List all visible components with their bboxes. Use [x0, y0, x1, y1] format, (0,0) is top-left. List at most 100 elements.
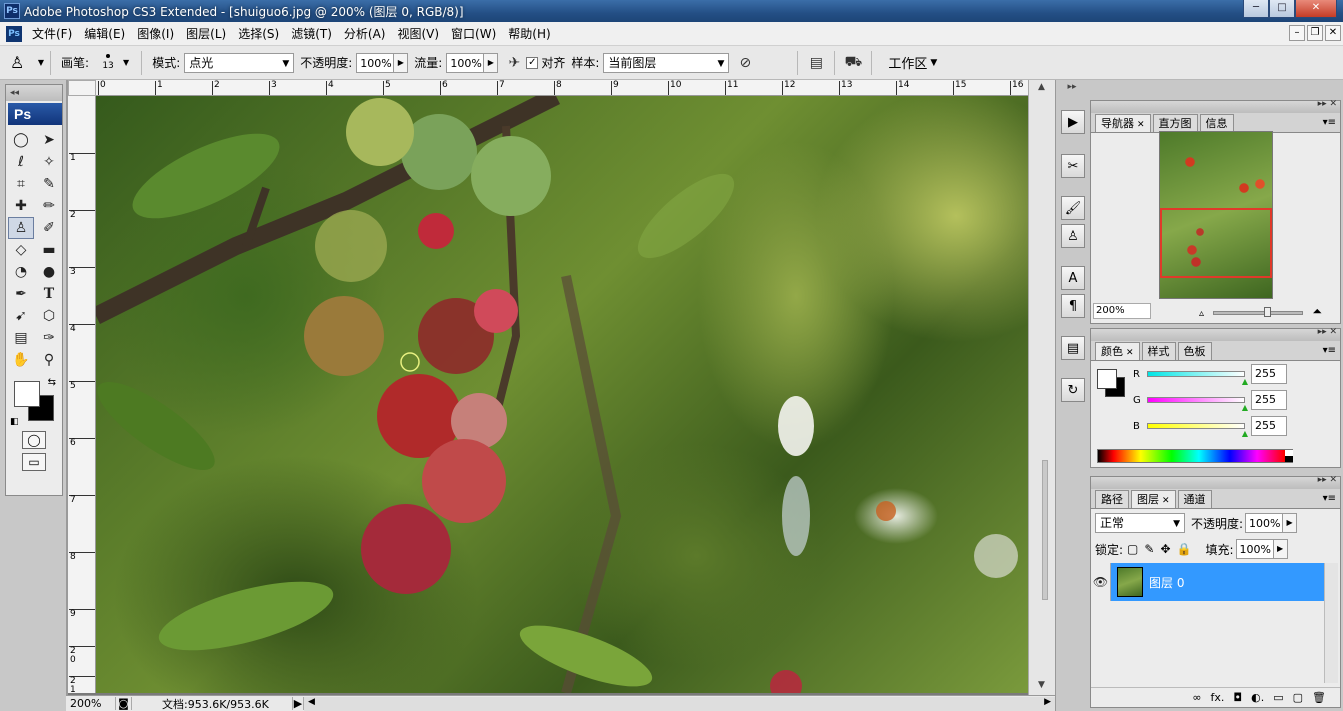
new-group-icon[interactable]: ▭	[1273, 691, 1283, 704]
adjustment-layer-icon[interactable]: ◐.	[1251, 691, 1264, 704]
chevron-down-icon[interactable]: ▼	[930, 58, 937, 68]
image-canvas[interactable]	[96, 96, 1028, 693]
layer-name[interactable]: 图层 0	[1149, 574, 1184, 591]
toolbox-grip[interactable]: ◂◂	[6, 85, 62, 101]
opacity-input[interactable]: 100%	[356, 52, 395, 73]
doc-minimize-button[interactable]: –	[1289, 25, 1305, 41]
hand-tool-icon[interactable]: ✋	[8, 349, 34, 371]
panel-collapse-icon[interactable]: ▸▸ ✕	[1318, 99, 1337, 109]
paragraph-panel-icon[interactable]: ¶	[1061, 294, 1085, 318]
tool-preset-picker[interactable]: ♙ ▼	[10, 50, 44, 76]
notes-tool-icon[interactable]: ▤	[8, 327, 34, 349]
bridge-icon[interactable]: ⛟	[841, 52, 865, 74]
green-value-input[interactable]: 255	[1251, 390, 1287, 410]
type-tool-icon[interactable]: T	[36, 283, 62, 305]
scroll-left-icon[interactable]: ◀	[308, 697, 315, 707]
menu-select[interactable]: 选择(S)	[232, 25, 285, 42]
airbrush-icon[interactable]: ✈	[502, 52, 526, 74]
quick-mask-button[interactable]: ◯	[22, 431, 46, 449]
sample-dropdown[interactable]: 当前图层 ▼	[603, 52, 730, 73]
color-panel-foreground-swatch[interactable]	[1097, 369, 1117, 389]
clone-source-panel-icon[interactable]: ♙	[1061, 224, 1085, 248]
tab-layers[interactable]: 图层 ✕	[1131, 490, 1176, 508]
shape-tool-icon[interactable]: ⬡	[36, 305, 62, 327]
menu-analysis[interactable]: 分析(A)	[338, 25, 392, 42]
close-tab-icon[interactable]: ✕	[1126, 348, 1134, 358]
layer-comps-icon[interactable]: ▤	[1061, 336, 1085, 360]
ps-menu-icon[interactable]: Ps	[6, 25, 22, 42]
horizontal-scrollbar[interactable]: ◀ ▶	[304, 696, 1055, 711]
layers-scrollbar[interactable]	[1324, 563, 1338, 683]
navigator-view-rect[interactable]	[1160, 208, 1272, 278]
panel-collapse-icon[interactable]: ▸▸ ✕	[1318, 475, 1337, 485]
menu-edit[interactable]: 编辑(E)	[78, 25, 131, 42]
status-menu-icon[interactable]: ▶	[292, 697, 304, 710]
panel-grip[interactable]: ▸▸ ✕	[1091, 327, 1340, 341]
fill-input[interactable]: 100%	[1235, 539, 1274, 559]
navigator-zoom-input[interactable]: 200%	[1093, 303, 1151, 319]
menu-layer[interactable]: 图层(L)	[180, 25, 232, 42]
doc-close-button[interactable]: ✕	[1325, 25, 1341, 41]
workspace-menu[interactable]: 工作区	[888, 53, 927, 72]
zoom-tool-icon[interactable]: ⚲	[36, 349, 62, 371]
tab-swatches[interactable]: 色板	[1177, 342, 1212, 360]
red-slider[interactable]: ▲	[1147, 371, 1248, 386]
move-tool-icon[interactable]: ➤	[36, 129, 62, 151]
zoom-in-icon[interactable]: ⏶	[1312, 304, 1322, 319]
gradient-tool-icon[interactable]: ▬	[36, 239, 62, 261]
chevron-down-icon[interactable]: ▼	[123, 58, 129, 67]
blur-tool-icon[interactable]: ◔	[8, 261, 34, 283]
scroll-down-icon[interactable]: ▼	[1038, 680, 1045, 690]
lasso-tool-icon[interactable]: ℓ	[8, 151, 34, 173]
menu-file[interactable]: 文件(F)	[26, 25, 78, 42]
panel-menu-icon[interactable]: ▾≡	[1323, 345, 1336, 356]
lock-all-icon[interactable]: 🔒	[1177, 542, 1192, 556]
new-layer-icon[interactable]: ▢	[1293, 691, 1303, 704]
panel-collapse-icon[interactable]: ▸▸ ✕	[1318, 327, 1337, 337]
blend-mode-dropdown[interactable]: 正常 ▼	[1095, 513, 1185, 533]
vertical-scrollbar[interactable]: ▲ ▼	[1028, 80, 1055, 695]
tab-navigator[interactable]: 导航器 ✕	[1095, 114, 1151, 132]
screen-mode-button[interactable]: ▭	[22, 453, 46, 471]
layer-row[interactable]: 👁 图层 0	[1091, 563, 1324, 601]
zoom-level[interactable]: 200%	[66, 697, 116, 710]
eyedropper-tool-icon[interactable]: ✑	[36, 327, 62, 349]
magic-wand-tool-icon[interactable]: ✧	[36, 151, 62, 173]
layer-opacity-input[interactable]: 100%	[1245, 513, 1284, 533]
tab-channels[interactable]: 通道	[1177, 490, 1212, 508]
blue-slider[interactable]: ▲	[1147, 423, 1248, 438]
path-selection-tool-icon[interactable]: ➹	[8, 305, 34, 327]
ruler-origin[interactable]	[68, 80, 96, 96]
lock-position-icon[interactable]: ✥	[1160, 542, 1170, 556]
zoom-out-icon[interactable]: ▵	[1199, 308, 1204, 319]
aligned-checkbox[interactable]: ✓	[526, 56, 539, 69]
menu-image[interactable]: 图像(I)	[131, 25, 180, 42]
history-panel-icon[interactable]: ↻	[1061, 378, 1085, 402]
ignore-adjustment-layers-icon[interactable]: ⊘	[733, 52, 757, 74]
zoom-menu-icon[interactable]: ◙	[116, 697, 132, 710]
flow-input[interactable]: 100%	[446, 52, 485, 73]
add-mask-icon[interactable]: ◘	[1233, 691, 1242, 704]
link-layers-icon[interactable]: ∞	[1192, 691, 1201, 704]
navigator-thumbnail[interactable]	[1159, 131, 1273, 299]
healing-brush-tool-icon[interactable]: ✚	[8, 195, 34, 217]
brushes-panel-icon[interactable]: 🖌	[1061, 196, 1085, 220]
tab-paths[interactable]: 路径	[1095, 490, 1129, 508]
menu-window[interactable]: 窗口(W)	[445, 25, 502, 42]
slider-handle-icon[interactable]: ▲	[1242, 429, 1248, 438]
eraser-tool-icon[interactable]: ◇	[8, 239, 34, 261]
horizontal-ruler[interactable]: 0 1 2 3 4 5 6 7 8 9 10 11 12 13 14 15 16	[96, 80, 1028, 96]
blue-value-input[interactable]: 255	[1251, 416, 1287, 436]
scroll-thumb[interactable]	[1042, 460, 1048, 600]
layer-opacity-slider-button[interactable]: ▶	[1283, 513, 1298, 533]
dock-collapse-icon[interactable]: ▸▸	[1056, 82, 1088, 94]
marquee-tool-icon[interactable]: ◯	[8, 129, 34, 151]
menu-view[interactable]: 视图(V)	[391, 25, 445, 42]
clone-stamp-tool-icon[interactable]: ♙	[8, 217, 34, 239]
tab-styles[interactable]: 样式	[1141, 342, 1176, 360]
eye-icon[interactable]: 👁	[1091, 563, 1111, 601]
black-swatch[interactable]	[1285, 456, 1293, 462]
ps-logo[interactable]: Ps	[8, 103, 62, 125]
default-colors-icon[interactable]: ◧	[10, 417, 19, 427]
green-slider[interactable]: ▲	[1147, 397, 1248, 412]
